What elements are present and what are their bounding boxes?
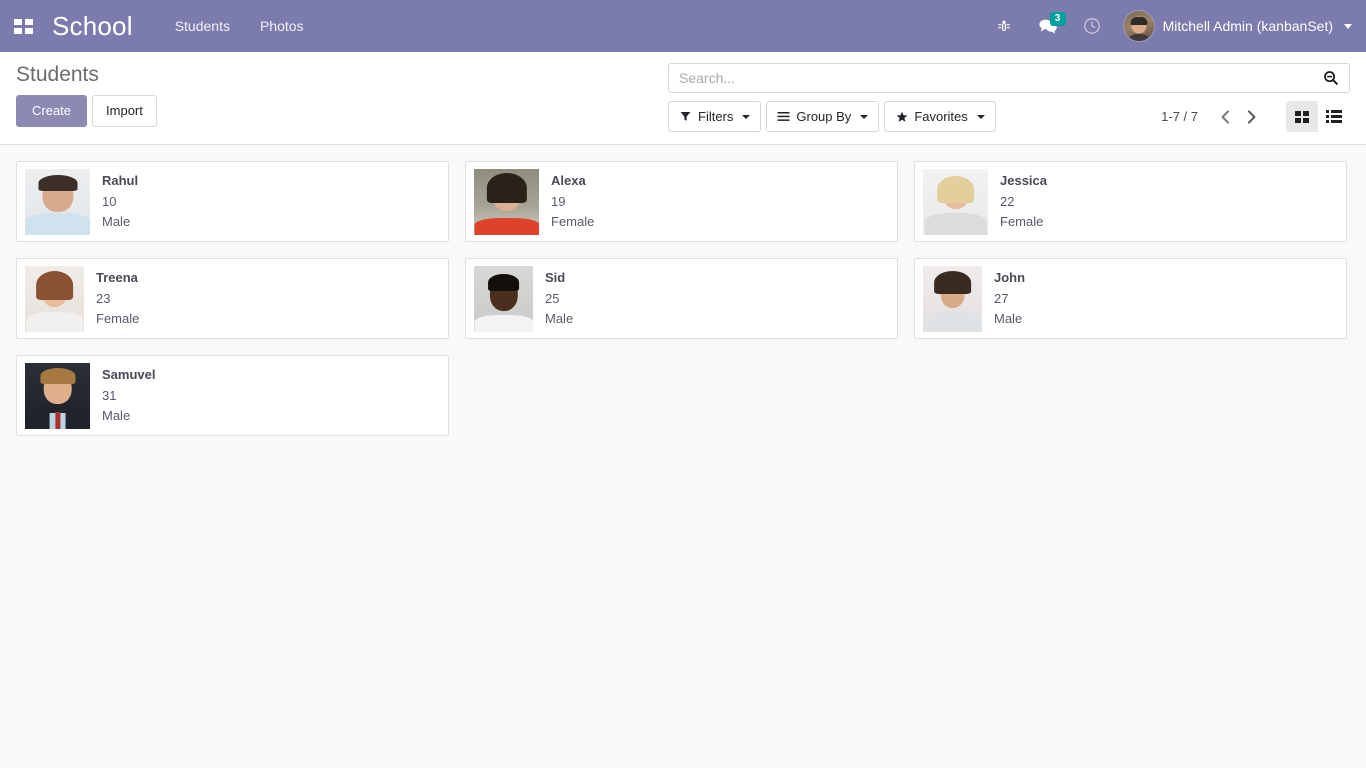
bug-icon [997, 20, 1010, 31]
groupby-label: Group By [796, 109, 852, 124]
kanban-card[interactable]: Alexa 19 Female [465, 161, 898, 242]
student-photo [25, 169, 90, 235]
student-age: 27 [994, 290, 1009, 306]
search-options-row: Filters Group By Favorites 1-7 / 7 [668, 101, 1350, 132]
student-age: 25 [545, 290, 560, 306]
student-photo [474, 169, 539, 235]
search-icon[interactable] [1323, 70, 1339, 86]
card-body: Treena 23 Female [84, 266, 139, 330]
kanban-card[interactable]: Sid 25 Male [465, 258, 898, 339]
apps-menu-button[interactable] [0, 0, 46, 52]
student-age: 23 [96, 290, 111, 306]
student-photo [923, 266, 982, 332]
messages-badge: 3 [1049, 12, 1066, 26]
student-photo [923, 169, 988, 235]
nav-item-photos[interactable]: Photos [258, 15, 306, 37]
student-gender: Male [102, 214, 131, 230]
filters-dropdown[interactable]: Filters [668, 101, 762, 132]
chevron-down-icon [742, 114, 751, 119]
kanban-card[interactable]: Samuvel 31 Male [16, 355, 449, 436]
pager-value: 1-7 / 7 [1161, 109, 1198, 124]
kanban-view: Rahul 10 Male Alexa 19 Female Jessica 22… [0, 145, 1366, 768]
student-gender: Male [102, 408, 131, 424]
student-age: 31 [102, 387, 117, 403]
nav-item-students[interactable]: Students [173, 15, 232, 37]
activities-button[interactable] [1070, 0, 1114, 52]
user-menu[interactable]: Mitchell Admin (kanbanSet) [1114, 0, 1352, 52]
student-age: 10 [102, 193, 117, 209]
chevron-right-icon [1247, 109, 1255, 124]
student-name: John [994, 270, 1026, 285]
apps-grid-icon [13, 18, 33, 34]
group-lines-icon [777, 111, 790, 122]
groupby-dropdown[interactable]: Group By [766, 101, 880, 132]
student-photo [25, 363, 90, 429]
pager-previous-button[interactable] [1212, 103, 1238, 131]
card-body: Alexa 19 Female [539, 169, 594, 233]
avatar [1123, 11, 1154, 41]
student-name: Alexa [551, 173, 586, 188]
student-photo [25, 266, 84, 332]
messages-button[interactable]: 3 [1026, 0, 1070, 52]
card-body: John 27 Male [982, 266, 1025, 330]
top-navbar: School Students Photos 3 Mitchell Admin … [0, 0, 1366, 52]
navbar-systray: 3 Mitchell Admin (kanbanSet) [982, 0, 1352, 52]
control-panel-right: Filters Group By [668, 63, 1350, 132]
student-name: Samuvel [102, 367, 156, 382]
student-gender: Female [1000, 214, 1044, 230]
kanban-card[interactable]: Jessica 22 Female [914, 161, 1347, 242]
kanban-card[interactable]: Treena 23 Female [16, 258, 449, 339]
chevron-down-icon [976, 114, 985, 119]
card-body: Sid 25 Male [533, 266, 573, 330]
student-name: Jessica [1000, 173, 1047, 188]
card-body: Rahul 10 Male [90, 169, 138, 233]
control-panel: Students Create Import Search... Filters… [0, 52, 1366, 145]
card-body: Samuvel 31 Male [90, 363, 155, 427]
chevron-down-icon [860, 114, 869, 119]
chevron-down-icon [1344, 23, 1352, 29]
favorites-label: Favorites [914, 109, 968, 124]
filter-funnel-icon [679, 111, 692, 122]
pager: 1-7 / 7 [1161, 101, 1350, 132]
chevron-left-icon [1221, 109, 1229, 124]
filters-label: Filters [698, 109, 734, 124]
student-name: Treena [96, 270, 138, 285]
student-gender: Male [545, 311, 574, 327]
star-icon [895, 111, 908, 123]
student-name: Rahul [102, 173, 139, 188]
import-button[interactable]: Import [92, 95, 157, 127]
create-button[interactable]: Create [16, 95, 88, 127]
card-body: Jessica 22 Female [988, 169, 1047, 233]
kanban-card[interactable]: John 27 Male [914, 258, 1347, 339]
student-gender: Male [994, 311, 1023, 327]
student-age: 19 [551, 193, 566, 209]
student-gender: Female [551, 214, 595, 230]
kanban-grid-icon [1295, 110, 1309, 123]
brand-title[interactable]: School [52, 13, 133, 39]
activities-clock-icon [1083, 18, 1100, 34]
favorites-dropdown[interactable]: Favorites [884, 101, 996, 132]
list-icon [1326, 110, 1342, 123]
view-switcher [1286, 101, 1350, 132]
kanban-card[interactable]: Rahul 10 Male [16, 161, 449, 242]
student-photo [474, 266, 533, 332]
student-name: Sid [545, 270, 566, 285]
debug-bug-button[interactable] [982, 0, 1026, 52]
student-gender: Female [96, 311, 140, 327]
action-buttons: Create Import [16, 95, 157, 127]
student-age: 22 [1000, 193, 1015, 209]
kanban-view-button[interactable] [1286, 101, 1318, 132]
list-view-button[interactable] [1318, 101, 1350, 132]
search-input[interactable] [679, 70, 1323, 86]
control-panel-left: Students Create Import [16, 62, 157, 127]
user-name-label: Mitchell Admin (kanbanSet) [1162, 18, 1333, 34]
search-bar[interactable] [668, 63, 1350, 93]
page-title: Students [16, 63, 99, 86]
pager-next-button[interactable] [1238, 103, 1264, 131]
navbar-menu: Students Photos [173, 15, 306, 37]
